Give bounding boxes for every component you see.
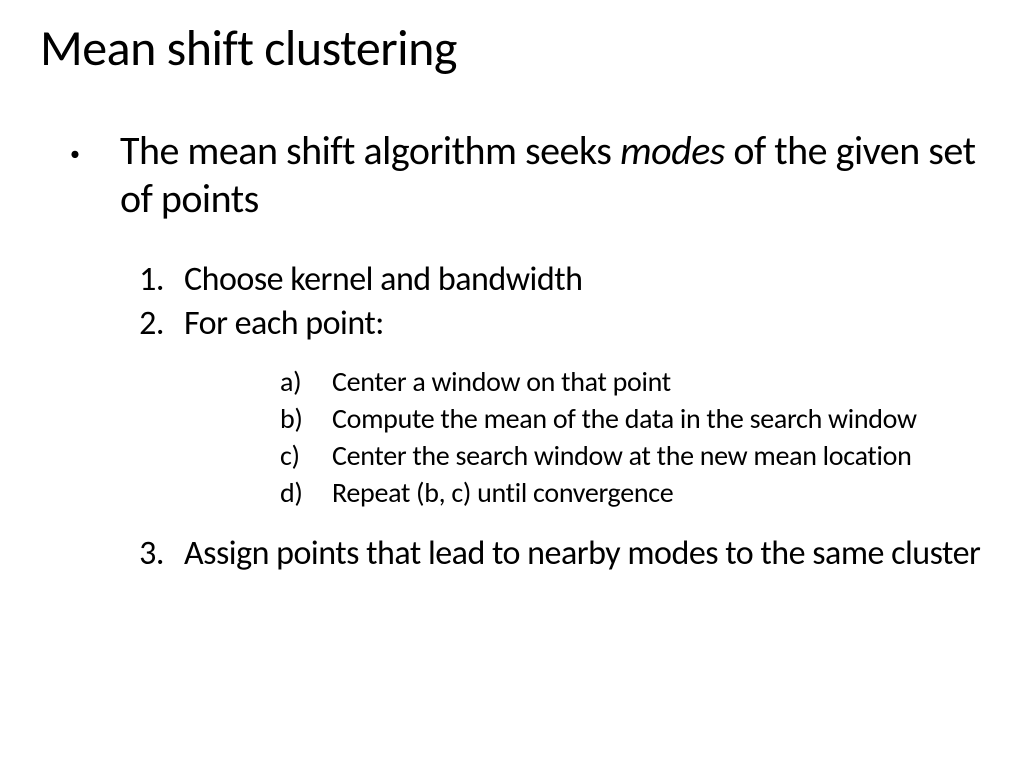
substep-text: Compute the mean of the data in the sear… — [332, 400, 917, 437]
substep-label: c) — [280, 437, 314, 474]
sub-list: a) Center a window on that point b) Comp… — [280, 363, 984, 511]
step-text: Assign points that lead to nearby modes … — [184, 533, 980, 575]
substep-label: d) — [280, 474, 314, 511]
step-number: 3. — [122, 533, 164, 575]
substep-a: a) Center a window on that point — [280, 363, 984, 400]
substep-label: b) — [280, 400, 314, 437]
substep-text: Center a window on that point — [332, 363, 671, 400]
substep-text: Center the search window at the new mean… — [332, 437, 912, 474]
bullet-text-pre: The mean shift algorithm seeks — [120, 126, 620, 175]
substep-label: a) — [280, 363, 314, 400]
step-number: 2. — [122, 303, 164, 345]
substep-b: b) Compute the mean of the data in the s… — [280, 400, 984, 437]
slide: Mean shift clustering • The mean shift a… — [0, 0, 1024, 768]
step-text: For each point: — [184, 303, 384, 345]
slide-title: Mean shift clustering — [40, 18, 984, 79]
substep-d: d) Repeat (b, c) until convergence — [280, 474, 984, 511]
bullet-dot-icon: • — [70, 131, 80, 177]
step-3: 3. Assign points that lead to nearby mod… — [122, 533, 984, 575]
bullet-item: • The mean shift algorithm seeks modes o… — [70, 127, 984, 223]
substep-text: Repeat (b, c) until convergence — [332, 474, 673, 511]
substep-c: c) Center the search window at the new m… — [280, 437, 984, 474]
numbered-list: 1. Choose kernel and bandwidth 2. For ea… — [122, 259, 984, 575]
step-number: 1. — [122, 259, 164, 301]
step-2: 2. For each point: — [122, 303, 984, 345]
step-1: 1. Choose kernel and bandwidth — [122, 259, 984, 301]
bullet-text: The mean shift algorithm seeks modes of … — [120, 127, 984, 223]
step-text: Choose kernel and bandwidth — [184, 259, 582, 301]
bullet-text-em: modes — [620, 126, 725, 175]
